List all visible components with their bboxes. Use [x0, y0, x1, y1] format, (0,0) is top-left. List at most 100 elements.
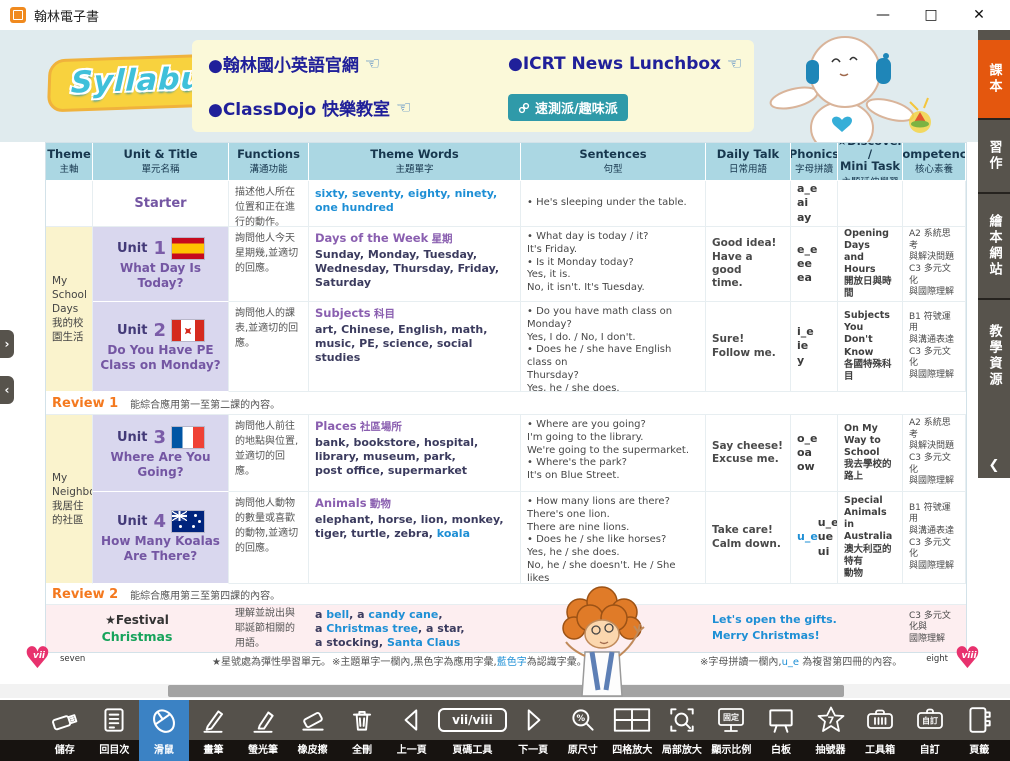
- festival-title-cell: ★Festival Christmas: [46, 605, 229, 652]
- star-number-icon: 7: [815, 704, 847, 736]
- tool-partial-zoom[interactable]: 局部放大: [657, 700, 707, 761]
- quick-test-button[interactable]: 速測派/趣味派: [508, 94, 628, 121]
- link-hanlin-english-site[interactable]: ●翰林國小英語官網 ☜: [208, 51, 508, 76]
- starter-functions-cell: 描述他人所在位置和正在進行的動作。: [229, 181, 309, 227]
- expand-left-panel-button[interactable]: ›: [0, 330, 14, 358]
- close-button[interactable]: ✕: [962, 3, 996, 27]
- trash-icon: [347, 705, 377, 735]
- unit-2-discover-cell: Subjects You Don't Know 各國特殊科目: [838, 302, 903, 392]
- tool-whiteboard[interactable]: 白板: [756, 700, 806, 761]
- header-competency: Competency核心素養: [903, 143, 966, 181]
- tool-back-to-toc[interactable]: 回目次: [90, 700, 140, 761]
- svg-text:固定: 固定: [723, 712, 739, 722]
- starter-phonics-cell: a_e ai ay: [791, 181, 838, 227]
- tool-toolbox[interactable]: 工具箱: [855, 700, 905, 761]
- canada-flag-icon: [172, 320, 204, 341]
- review-2-row: Review 2 能綜合應用第三至第四課的內容。: [46, 584, 966, 605]
- unit-1-daily-cell: Good idea! Have a good time.: [706, 227, 791, 302]
- tab-picture-book-site[interactable]: 繪本網站: [978, 194, 1010, 300]
- tool-page-tabs[interactable]: 頁籤: [954, 700, 1004, 761]
- four-grid-icon: [612, 705, 652, 735]
- collapse-right-rail-button[interactable]: ❮: [978, 452, 1010, 478]
- bottom-toolbar: 儲存 回目次 滑鼠 畫筆 螢光筆 橡皮擦 全刪 上一頁: [0, 700, 1010, 761]
- unit-1-sentences-cell: • What day is today / it? It's Friday. •…: [521, 227, 706, 302]
- toolbox-icon: [864, 705, 896, 735]
- header-unit-title: Unit & Title單元名稱: [93, 143, 229, 181]
- collapse-left-panel-button[interactable]: ‹: [0, 376, 14, 404]
- unit-1-functions-cell: 詢問他人今天星期幾,並適切的回應。: [229, 227, 309, 302]
- tool-display-ratio[interactable]: 固定 顯示比例: [707, 700, 757, 761]
- page-word-right: eight: [926, 654, 948, 664]
- page-footer: ♥ vii seven ★星號處為彈性學習單元。 ※主題單字一欄內,黑色字為應用…: [0, 648, 1010, 678]
- pointing-hand-icon: ☜: [396, 98, 411, 118]
- eraser-icon: [298, 705, 328, 735]
- zoom-percent-icon: %: [568, 705, 598, 735]
- usb-save-icon: [50, 705, 80, 735]
- tool-next-page[interactable]: 下一頁: [508, 700, 558, 761]
- unit-4-cell: Unit4 How Many Koalas Are There?: [93, 492, 229, 584]
- page-marker-right: ♥ viii: [954, 648, 984, 676]
- tool-number-picker[interactable]: 7 抽號器: [806, 700, 856, 761]
- tab-workbook[interactable]: 習作: [978, 120, 1010, 194]
- app-logo-icon: [10, 7, 26, 23]
- unit-4-competency-cell: B1 符號運用 與溝通表達 C3 多元文化 與國際理解: [903, 492, 966, 584]
- unit-2-sentences-cell: • Do you have math class on Monday? Yes,…: [521, 302, 706, 392]
- svg-text:自訂: 自訂: [922, 716, 938, 726]
- window-controls: — □ ✕: [866, 3, 1010, 27]
- tool-pen[interactable]: 畫筆: [189, 700, 239, 761]
- unit-3-functions-cell: 詢問他人前往的地點與位置,並適切的回應。: [229, 415, 309, 492]
- starter-title: Starter: [93, 181, 229, 227]
- tool-highlighter[interactable]: 螢光筆: [238, 700, 288, 761]
- header-theme: Theme主軸: [46, 143, 93, 181]
- tool-original-size[interactable]: % 原尺寸: [558, 700, 608, 761]
- page-tab-icon: [964, 705, 994, 735]
- theme-cell-neighborhood: My Neighborhood我居住的社區: [46, 415, 93, 584]
- tool-eraser[interactable]: 橡皮擦: [288, 700, 338, 761]
- unit-2-functions-cell: 詢問他人的課表,並適切的回應。: [229, 302, 309, 392]
- header-daily-talk: Daily Talk日常用語: [706, 143, 791, 181]
- syllabus-table: Theme主軸 Unit & Title單元名稱 Functions溝通功能 T…: [45, 142, 967, 653]
- festival-functions-cell: 理解並說出與耶誕節相關的用語。: [229, 605, 309, 652]
- highlighter-icon: [248, 705, 278, 735]
- tab-textbook[interactable]: 課本: [978, 40, 1010, 120]
- unit-2-phonics-cell: i_e ie y: [791, 302, 838, 392]
- page-indicator: vii/viii: [438, 708, 507, 732]
- unit-2-words-cell: Subjects 科目 art, Chinese, English, math,…: [309, 302, 521, 392]
- header-phonics: Phonics字母拼讀: [791, 143, 838, 181]
- tool-delete-all[interactable]: 全刪: [337, 700, 387, 761]
- tool-mouse[interactable]: 滑鼠: [139, 700, 189, 761]
- page-content: Syllabus ●翰林國小英語官網 ☜ ●ICRT News Lunchbox…: [0, 30, 1010, 700]
- unit-3-cell: Unit3 Where Are You Going?: [93, 415, 229, 492]
- scrollbar-thumb[interactable]: [168, 685, 844, 697]
- unit-2-competency-cell: B1 符號運用 與溝通表達 C3 多元文化 與國際理解: [903, 302, 966, 392]
- tool-four-panel-zoom[interactable]: 四格放大: [607, 700, 657, 761]
- unit-3-sentences-cell: • Where are you going? I'm going to the …: [521, 415, 706, 492]
- mouse-icon: [148, 704, 180, 736]
- tool-previous-page[interactable]: 上一頁: [387, 700, 437, 761]
- france-flag-icon: [172, 427, 204, 448]
- unit-2-cell: Unit2 Do You Have PE Class on Monday?: [93, 302, 229, 392]
- pointing-hand-icon: ☜: [365, 54, 380, 74]
- unit-4-phonics-cell: u_e u_e ue ui: [791, 492, 838, 584]
- link-icrt-news-lunchbox[interactable]: ●ICRT News Lunchbox ☜: [508, 54, 742, 74]
- unit-4-daily-cell: Take care! Calm down.: [706, 492, 791, 584]
- starter-words-cell: sixty, seventy, eighty, ninety, one hund…: [309, 181, 521, 227]
- tool-save[interactable]: 儲存: [40, 700, 90, 761]
- svg-text:%: %: [576, 714, 585, 724]
- header-discover-mini-task: ★Discover / Mini Task主題延伸學習: [838, 143, 903, 181]
- unit-4-sentences-cell: • How many lions are there? There's one …: [521, 492, 706, 584]
- tab-teaching-resources[interactable]: 教學資源: [978, 300, 1010, 412]
- unit-4-words-cell: Animals 動物 elephant, horse, lion, monkey…: [309, 492, 521, 584]
- minimize-button[interactable]: —: [866, 3, 900, 27]
- app-window: 翰林電子書 — □ ✕ Syllabus ●翰林國小英語官網 ☜ ●ICRT N…: [0, 0, 1010, 761]
- tool-custom[interactable]: 自訂 自訂: [905, 700, 955, 761]
- whiteboard-icon: [766, 705, 796, 735]
- tool-page-number[interactable]: vii/viii 頁碼工具: [437, 700, 509, 761]
- unit-1-competency-cell: A2 系統思考 與解決問題 C3 多元文化 與國際理解: [903, 227, 966, 302]
- maximize-button[interactable]: □: [914, 3, 948, 27]
- unit-3-daily-cell: Say cheese! Excuse me.: [706, 415, 791, 492]
- previous-page-icon: [397, 705, 427, 735]
- theme-cell-school-days: My School Days我的校園生活: [46, 227, 93, 392]
- header-sentences: Sentences句型: [521, 143, 706, 181]
- link-classdojo[interactable]: ●ClassDojo 快樂教室 ☜: [208, 95, 508, 120]
